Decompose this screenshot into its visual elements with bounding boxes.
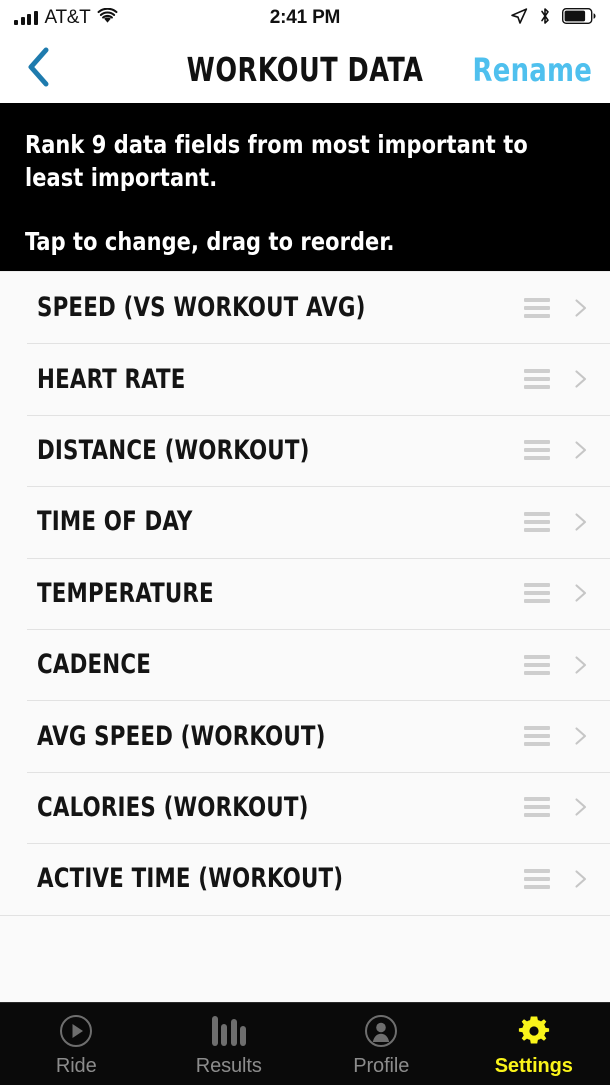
- chevron-right-icon[interactable]: [572, 656, 590, 674]
- list-item[interactable]: TIME OF DAY: [0, 486, 610, 558]
- tab-label-results: Results: [195, 1055, 262, 1077]
- instructions-line-2: Tap to change, drag to reorder.: [25, 227, 395, 256]
- drag-handle-icon[interactable]: [524, 868, 550, 889]
- wifi-icon: [97, 7, 118, 29]
- battery-icon: [561, 7, 596, 29]
- list-item-controls: [524, 726, 590, 747]
- list-item-label: ACTIVE TIME (WORKOUT): [37, 863, 344, 895]
- list-item-controls: [524, 868, 590, 889]
- list-item[interactable]: TEMPERATURE: [0, 557, 610, 629]
- list-item-label: DISTANCE (WORKOUT): [37, 434, 310, 466]
- list-item[interactable]: CADENCE: [0, 628, 610, 701]
- drag-handle-icon[interactable]: [524, 654, 550, 675]
- list-item[interactable]: DISTANCE (WORKOUT): [0, 414, 610, 487]
- drag-handle-icon[interactable]: [524, 440, 550, 461]
- drag-handle-icon[interactable]: [524, 297, 550, 318]
- status-bar-left: AT&T: [14, 7, 118, 29]
- location-arrow-icon: [510, 7, 528, 30]
- list-bottom-separator: [0, 914, 610, 916]
- tab-label-profile: Profile: [353, 1055, 410, 1077]
- drag-handle-icon[interactable]: [524, 797, 550, 818]
- list-item[interactable]: AVG SPEED (WORKOUT): [0, 700, 610, 772]
- list-item[interactable]: ACTIVE TIME (WORKOUT): [0, 843, 610, 915]
- list-item-controls: [524, 511, 590, 532]
- list-item-label: TEMPERATURE: [37, 577, 214, 609]
- list-item-controls: [524, 440, 590, 461]
- list-item-controls: [524, 654, 590, 675]
- bluetooth-icon: [539, 7, 551, 30]
- chevron-right-icon[interactable]: [572, 584, 590, 602]
- app-screen: AT&T 2:41 PM WORKOUT DATA Rename Rank 9 …: [0, 0, 610, 1085]
- list-item-label: CADENCE: [37, 649, 152, 681]
- tab-label-ride: Ride: [55, 1055, 97, 1077]
- instructions-line-1: Rank 9 data fields from most important t…: [25, 130, 528, 192]
- status-bar: AT&T 2:41 PM: [0, 0, 610, 36]
- list-item[interactable]: CALORIES (WORKOUT): [0, 771, 610, 844]
- gear-icon: [517, 1014, 551, 1048]
- navigation-bar: WORKOUT DATA Rename: [0, 36, 610, 103]
- list-item-label: SPEED (VS WORKOUT AVG): [37, 292, 366, 324]
- list-item-label: AVG SPEED (WORKOUT): [37, 720, 326, 752]
- data-fields-list: SPEED (VS WORKOUT AVG) HEART RATE DISTAN…: [0, 271, 610, 1002]
- status-bar-right: [510, 7, 596, 30]
- list-item-label: TIME OF DAY: [37, 506, 193, 538]
- tab-profile[interactable]: Profile: [305, 1003, 458, 1085]
- back-button[interactable]: [16, 46, 60, 93]
- chevron-right-icon[interactable]: [572, 727, 590, 745]
- list-item-controls: [524, 369, 590, 390]
- chevron-right-icon[interactable]: [572, 370, 590, 388]
- chevron-right-icon[interactable]: [572, 798, 590, 816]
- tab-bar: Ride Results Profile Settings: [0, 1002, 610, 1085]
- drag-handle-icon[interactable]: [524, 726, 550, 747]
- list-item[interactable]: SPEED (VS WORKOUT AVG): [0, 272, 610, 344]
- bar-chart-icon: [211, 1014, 246, 1048]
- chevron-right-icon[interactable]: [572, 441, 590, 460]
- list-item-label: HEART RATE: [37, 363, 186, 395]
- tab-results[interactable]: Results: [153, 1003, 306, 1085]
- carrier-label: AT&T: [44, 7, 91, 28]
- chevron-right-icon[interactable]: [572, 870, 590, 888]
- rename-button[interactable]: Rename: [473, 51, 594, 89]
- tab-label-settings: Settings: [494, 1055, 573, 1077]
- drag-handle-icon[interactable]: [524, 369, 550, 390]
- list-item[interactable]: HEART RATE: [0, 343, 610, 415]
- list-item-controls: [524, 583, 590, 604]
- tab-ride[interactable]: Ride: [0, 1003, 153, 1085]
- chevron-right-icon[interactable]: [572, 513, 590, 531]
- person-circle-icon: [364, 1014, 398, 1048]
- drag-handle-icon[interactable]: [524, 583, 550, 604]
- play-circle-icon: [59, 1014, 93, 1048]
- instructions-banner: Rank 9 data fields from most important t…: [0, 103, 610, 271]
- list-item-controls: [524, 797, 590, 818]
- drag-handle-icon[interactable]: [524, 511, 550, 532]
- chevron-left-icon: [25, 46, 51, 93]
- list-item-label: CALORIES (WORKOUT): [37, 791, 309, 823]
- list-item-controls: [524, 297, 590, 318]
- tab-settings[interactable]: Settings: [458, 1003, 610, 1085]
- chevron-right-icon[interactable]: [572, 299, 590, 317]
- signal-bars-icon: [14, 11, 38, 25]
